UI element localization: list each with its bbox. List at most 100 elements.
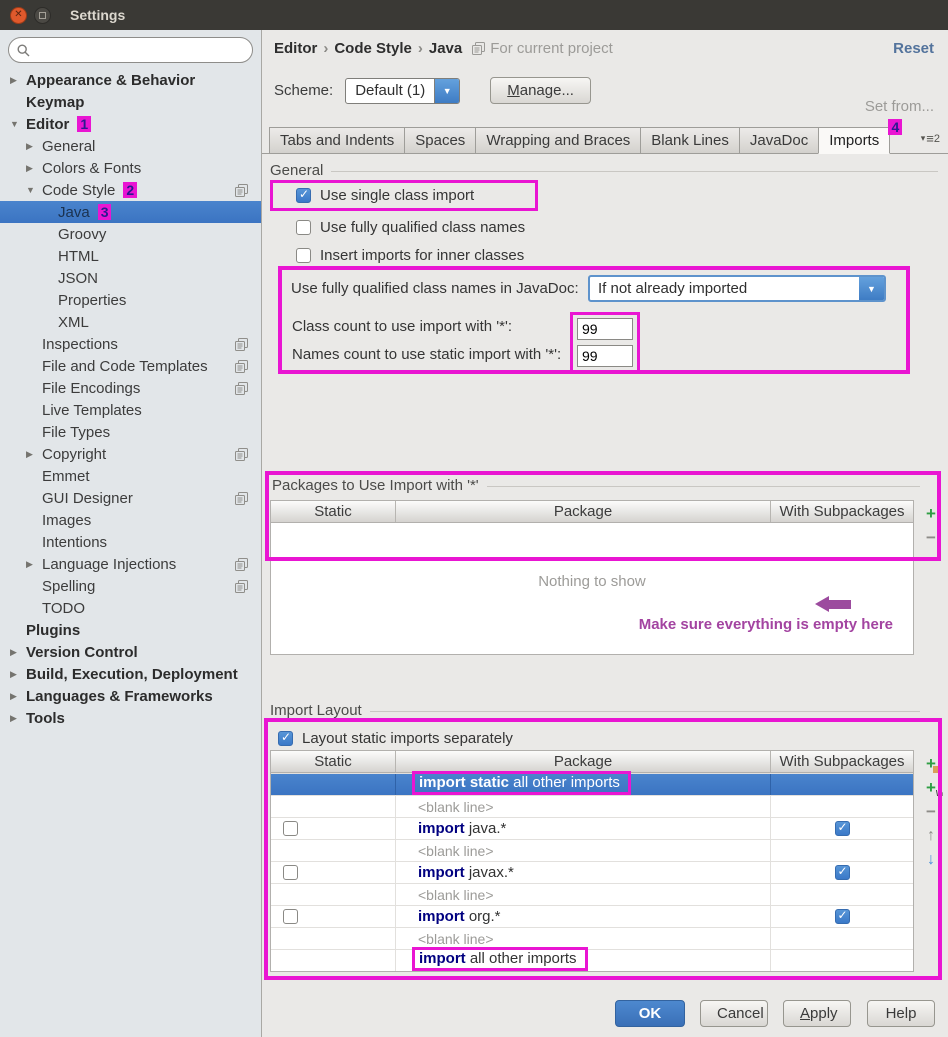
remove-icon[interactable]: − — [921, 528, 941, 548]
sidebar-item-version-control[interactable]: ▶ Version Control — [0, 641, 261, 663]
names-count-input[interactable] — [577, 345, 633, 367]
tab-javadoc[interactable]: JavaDoc — [739, 127, 819, 154]
tree-arrow-icon[interactable]: ▼ — [10, 119, 26, 129]
set-from-link[interactable]: Set from... — [865, 98, 934, 115]
import-layout-row-import-all-other-imports[interactable]: import all other imports — [271, 949, 913, 971]
tree-arrow-icon[interactable]: ▼ — [26, 185, 42, 195]
use-single-class-import-row[interactable]: Use single class import — [296, 187, 474, 204]
sidebar-item-code-style[interactable]: ▼ Code Style 2 — [0, 179, 261, 201]
import-layout-row-blank-line[interactable]: <blank line> — [271, 883, 913, 905]
help-button[interactable]: Help — [867, 1000, 935, 1027]
tree-arrow-icon[interactable]: ▶ — [26, 141, 42, 152]
search-input[interactable] — [36, 42, 244, 59]
layout-static-imports-checkbox[interactable] — [278, 731, 293, 746]
sidebar-item-images[interactable]: Images — [0, 509, 261, 531]
add-blank-line-icon[interactable]: +\n — [921, 778, 941, 798]
sidebar-item-live-templates[interactable]: Live Templates — [0, 399, 261, 421]
tab-tabs-and-indents[interactable]: Tabs and Indents — [269, 127, 405, 154]
reset-link[interactable]: Reset — [893, 40, 934, 57]
sidebar-item-properties[interactable]: Properties — [0, 289, 261, 311]
tab-blank-lines[interactable]: Blank Lines — [640, 127, 740, 154]
sidebar-item-html[interactable]: HTML — [0, 245, 261, 267]
sidebar-item-intentions[interactable]: Intentions — [0, 531, 261, 553]
use-single-class-import-checkbox[interactable] — [296, 188, 311, 203]
javadoc-fqn-select[interactable]: If not already imported ▼ — [588, 275, 886, 302]
with-subpackages-checkbox[interactable] — [835, 821, 850, 836]
apply-button[interactable]: Apply — [783, 1000, 851, 1027]
tree-arrow-icon[interactable]: ▶ — [10, 713, 26, 724]
use-fully-qualified-class-names-row[interactable]: Use fully qualified class names — [296, 219, 525, 236]
insert-imports-for-inner-classes-checkbox[interactable] — [296, 248, 311, 263]
close-icon[interactable]: ✕ — [10, 7, 27, 24]
tree-arrow-icon[interactable]: ▶ — [26, 559, 42, 570]
import-layout-row-blank-line[interactable]: <blank line> — [271, 795, 913, 817]
static-checkbox[interactable] — [283, 865, 298, 880]
sidebar-item-plugins[interactable]: Plugins — [0, 619, 261, 641]
manage-button[interactable]: Manage... — [490, 77, 591, 104]
remove-icon[interactable]: − — [921, 802, 941, 822]
breadcrumb-editor[interactable]: Editor — [274, 40, 317, 57]
with-subpackages-checkbox[interactable] — [835, 865, 850, 880]
import-layout-row-blank-line[interactable]: <blank line> — [271, 927, 913, 949]
hidden-tabs-icon[interactable]: ▾ ≡ 2 — [921, 131, 940, 146]
use-fully-qualified-class-names-checkbox[interactable] — [296, 220, 311, 235]
chevron-down-icon[interactable]: ▼ — [859, 277, 884, 300]
breadcrumb-java[interactable]: Java — [429, 40, 462, 57]
import-layout-row-import-java[interactable]: import java.* — [271, 817, 913, 839]
scheme-select[interactable]: Default (1) ▼ — [345, 78, 460, 104]
cancel-button[interactable]: Cancel — [700, 1000, 768, 1027]
add-package-icon[interactable]: + — [921, 754, 941, 774]
sidebar-item-todo[interactable]: TODO — [0, 597, 261, 619]
import-layout-row-blank-line[interactable]: <blank line> — [271, 839, 913, 861]
tab-imports[interactable]: Imports4 — [818, 127, 890, 154]
sidebar-item-editor[interactable]: ▼ Editor 1 — [0, 113, 261, 135]
layout-static-imports-row[interactable]: Layout static imports separately — [278, 730, 513, 747]
sidebar-item-emmet[interactable]: Emmet — [0, 465, 261, 487]
sidebar-item-appearance-behavior[interactable]: ▶ Appearance & Behavior — [0, 69, 261, 91]
move-down-icon[interactable]: ↓ — [921, 850, 941, 870]
search-box[interactable] — [8, 37, 253, 63]
ok-button[interactable]: OK — [615, 1000, 685, 1027]
import-layout-row-import-javax[interactable]: import javax.* — [271, 861, 913, 883]
tree-arrow-icon[interactable]: ▶ — [10, 647, 26, 658]
move-up-icon[interactable]: ↑ — [921, 826, 941, 846]
sidebar-item-file-encodings[interactable]: File Encodings — [0, 377, 261, 399]
sidebar-item-inspections[interactable]: Inspections — [0, 333, 261, 355]
chevron-down-icon[interactable]: ▼ — [434, 79, 459, 103]
sidebar-item-java[interactable]: Java 3 — [0, 201, 261, 223]
sidebar-item-json[interactable]: JSON — [0, 267, 261, 289]
breadcrumb-code-style[interactable]: Code Style — [334, 40, 412, 57]
tab-spaces[interactable]: Spaces — [404, 127, 476, 154]
sidebar-item-build-execution-deployment[interactable]: ▶ Build, Execution, Deployment — [0, 663, 261, 685]
sidebar-item-groovy[interactable]: Groovy — [0, 223, 261, 245]
tree-arrow-icon[interactable]: ▶ — [26, 449, 42, 460]
add-icon[interactable]: + — [921, 504, 941, 524]
sidebar-item-colors-fonts[interactable]: ▶ Colors & Fonts — [0, 157, 261, 179]
import-layout-row-import-org[interactable]: import org.* — [271, 905, 913, 927]
tree-arrow-icon[interactable]: ▶ — [10, 691, 26, 702]
settings-sidebar: ▶ Appearance & Behavior Keymap ▼ Editor … — [0, 30, 262, 1037]
sidebar-item-tools[interactable]: ▶ Tools — [0, 707, 261, 729]
sidebar-item-spelling[interactable]: Spelling — [0, 575, 261, 597]
sidebar-item-keymap[interactable]: Keymap — [0, 91, 261, 113]
static-checkbox[interactable] — [283, 909, 298, 924]
sidebar-item-copyright[interactable]: ▶ Copyright — [0, 443, 261, 465]
sidebar-item-languages-frameworks[interactable]: ▶ Languages & Frameworks — [0, 685, 261, 707]
with-subpackages-checkbox[interactable] — [835, 909, 850, 924]
sidebar-item-general[interactable]: ▶ General — [0, 135, 261, 157]
tab-wrapping-and-braces[interactable]: Wrapping and Braces — [475, 127, 641, 154]
restore-icon[interactable] — [34, 7, 51, 24]
import-layout-row-import-static-all-other-imports[interactable]: import static all other imports — [271, 773, 913, 795]
sidebar-item-language-injections[interactable]: ▶ Language Injections — [0, 553, 261, 575]
sidebar-item-xml[interactable]: XML — [0, 311, 261, 333]
sidebar-item-file-types[interactable]: File Types — [0, 421, 261, 443]
class-count-input[interactable] — [577, 318, 633, 340]
tree-arrow-icon[interactable]: ▶ — [10, 75, 26, 86]
sidebar-item-gui-designer[interactable]: GUI Designer — [0, 487, 261, 509]
sidebar-item-file-and-code-templates[interactable]: File and Code Templates — [0, 355, 261, 377]
static-checkbox[interactable] — [283, 821, 298, 836]
insert-imports-for-inner-classes-row[interactable]: Insert imports for inner classes — [296, 247, 524, 264]
tree-arrow-icon[interactable]: ▶ — [26, 163, 42, 174]
tree-arrow-icon[interactable]: ▶ — [10, 669, 26, 680]
blank-line-label: <blank line> — [418, 887, 494, 903]
